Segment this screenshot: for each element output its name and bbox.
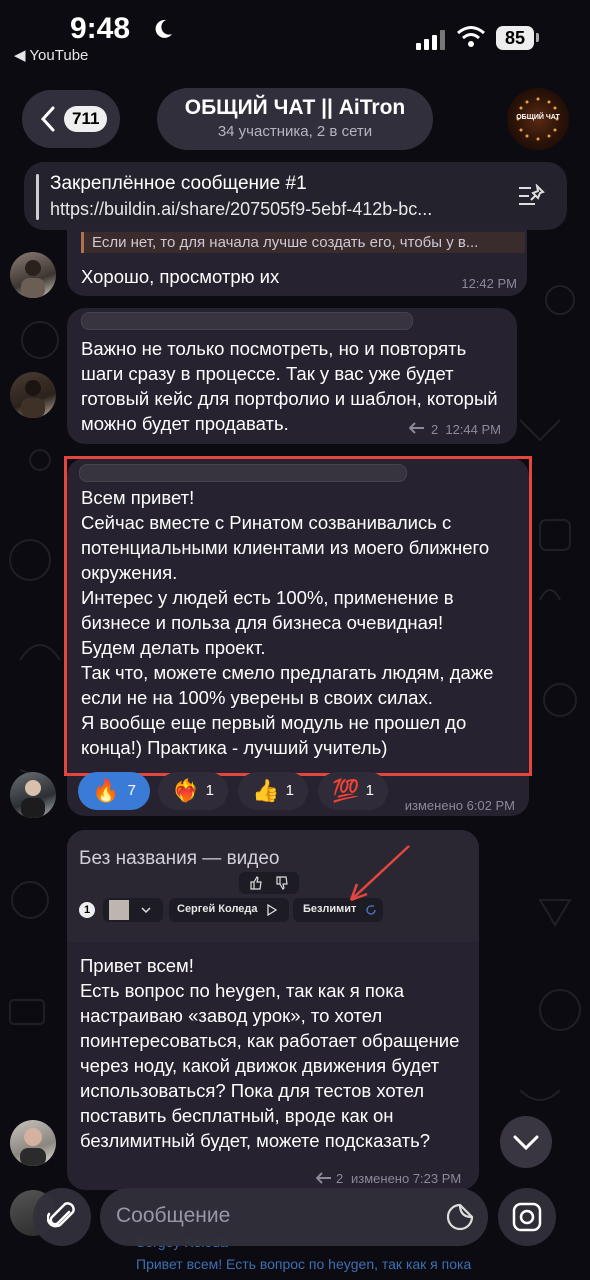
attach-button[interactable] <box>33 1188 91 1246</box>
sticker-icon[interactable] <box>446 1203 474 1231</box>
preview-text: Привет всем! Есть вопрос по heygen, так … <box>136 1256 472 1272</box>
wifi-icon <box>457 26 485 47</box>
reaction-fire[interactable]: 🔥 7 <box>78 772 150 810</box>
chat-title-pill[interactable]: ОБЩИЙ ЧАТ || AiTron 34 участника, 2 в се… <box>157 88 433 150</box>
red-arrow-annotation <box>349 845 410 902</box>
status-bar: 9:48 ◀ YouTube 85 <box>0 0 590 70</box>
pinned-text: https://buildin.ai/share/207505f9-5ebf-4… <box>50 199 433 219</box>
chat-subtitle: 34 участника, 2 в сети <box>217 123 373 140</box>
message-bubble[interactable]: Важно не только посмотреть, но и повторя… <box>67 308 517 444</box>
thumbs-down-icon <box>276 876 288 890</box>
pin-list-icon[interactable] <box>517 184 547 208</box>
unread-count-badge: 711 <box>64 106 108 132</box>
video-user-name: Сергей Коледа <box>177 903 258 915</box>
camera-icon <box>512 1202 542 1232</box>
message-input[interactable]: Сообщение <box>100 1188 488 1246</box>
chevron-left-icon <box>40 106 55 132</box>
reaction-emoji: ❤️‍🔥 <box>172 778 200 803</box>
voice-select[interactable]: Сергей Коледа <box>169 898 289 922</box>
person-silhouette-icon <box>21 380 45 418</box>
signal-icon <box>416 30 445 50</box>
reaction-thumbs-up[interactable]: 👍 1 <box>238 772 308 810</box>
reaction-count: 1 <box>365 782 374 799</box>
scroll-down-button[interactable] <box>500 1116 552 1168</box>
camera-button[interactable] <box>498 1188 556 1246</box>
pinned-indicator <box>36 174 39 220</box>
play-icon <box>267 904 277 916</box>
video-attachment[interactable]: Без названия — видео 1 Сергей Коледа Без… <box>67 830 479 942</box>
user-thumb <box>109 900 129 920</box>
message-input-placeholder: Сообщение <box>116 1204 231 1227</box>
reaction-hundred[interactable]: 💯 1 <box>318 772 388 810</box>
battery-indicator: 85 <box>496 26 534 50</box>
chat-title: ОБЩИЙ ЧАТ || AiTron <box>184 96 406 119</box>
highlight-annotation-box <box>64 456 532 776</box>
reply-arrow-icon <box>316 1172 331 1184</box>
pinned-message-bar[interactable]: Закреплённое сообщение #1 https://buildi… <box>24 162 567 230</box>
user-select[interactable] <box>103 898 163 922</box>
message-time: 12:42 PM <box>461 276 517 291</box>
message-text: Хорошо, просмотрю их <box>81 266 280 287</box>
chat-avatar[interactable]: ОБЩИЙ ЧАТ <box>507 88 569 150</box>
battery-tip <box>536 33 539 42</box>
reaction-count: 7 <box>127 782 136 799</box>
message-text: Привет всем! Есть вопрос по heygen, так … <box>80 955 460 1151</box>
person-silhouette-icon <box>21 780 45 818</box>
person-silhouette-icon <box>20 1128 46 1166</box>
reply-quote[interactable]: Если нет, то для начала лучше создать ег… <box>81 232 525 253</box>
chevron-down-icon <box>513 1135 539 1151</box>
reply-count[interactable]: 2 <box>431 422 438 437</box>
back-to-app-link[interactable]: ◀ YouTube <box>14 46 88 64</box>
reply-count[interactable]: 2 <box>336 1171 343 1186</box>
moon-icon <box>155 19 172 38</box>
reply-arrow-icon <box>409 422 424 434</box>
message-bubble[interactable]: Если нет, то для начала лучше создать ег… <box>67 226 527 296</box>
chevron-down-icon <box>141 907 151 914</box>
video-like-bar <box>239 872 299 894</box>
avatar[interactable] <box>10 252 56 298</box>
pinned-title: Закреплённое сообщение #1 <box>50 173 307 194</box>
reaction-heart-on-fire[interactable]: ❤️‍🔥 1 <box>158 772 228 810</box>
back-button[interactable]: 711 <box>22 90 120 148</box>
person-silhouette-icon <box>21 260 45 298</box>
video-title: Без названия — видео <box>79 848 280 869</box>
avatar[interactable] <box>10 372 56 418</box>
message-time: 12:44 PM <box>445 422 501 437</box>
reaction-emoji: 🔥 <box>92 778 120 803</box>
reply-header-blurred <box>81 312 413 330</box>
paperclip-icon <box>47 1202 75 1228</box>
avatar[interactable] <box>10 1120 56 1166</box>
message-time: изменено 7:23 PM <box>351 1171 462 1186</box>
message-text: Важно не только посмотреть, но и повторя… <box>81 338 498 434</box>
reaction-count: 1 <box>205 782 214 799</box>
avatar[interactable] <box>10 772 56 818</box>
video-step-number: 1 <box>79 902 95 918</box>
chat-avatar-text: ОБЩИЙ ЧАТ <box>516 114 560 121</box>
reaction-emoji: 💯 <box>332 778 360 803</box>
thumbs-up-icon <box>250 876 262 890</box>
status-time: 9:48 <box>70 12 131 45</box>
message-time: изменено 6:02 PM <box>404 798 515 813</box>
reaction-emoji: 👍 <box>252 778 280 803</box>
reaction-count: 1 <box>285 782 294 799</box>
